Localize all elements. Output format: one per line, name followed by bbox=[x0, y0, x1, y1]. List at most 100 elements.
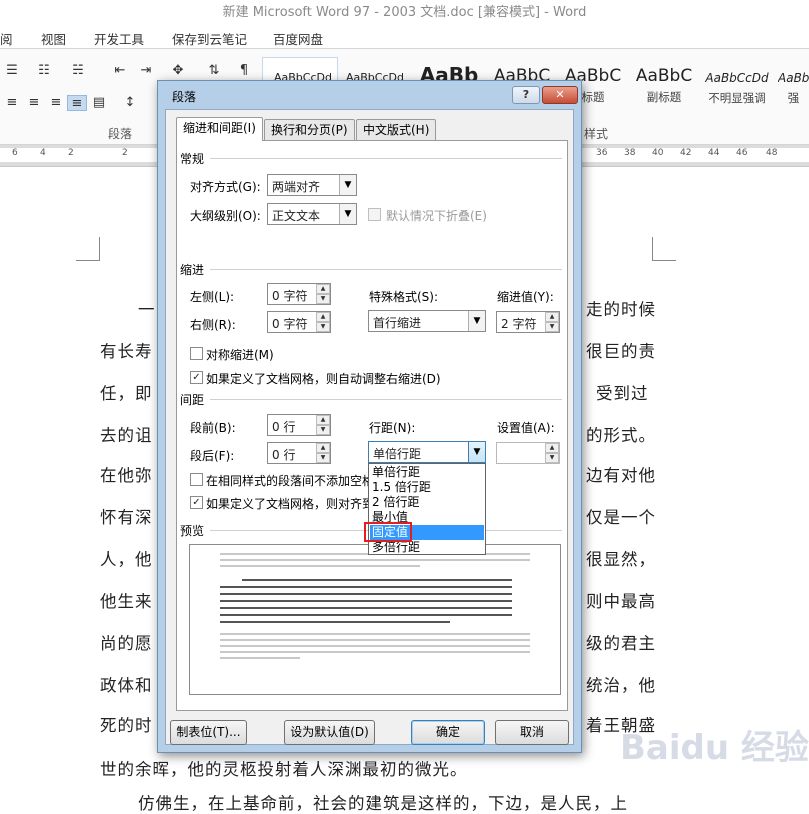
spacing-at-spinner[interactable]: ▲ ▼ bbox=[496, 442, 560, 464]
set-as-default-button[interactable]: 设为默认值(D) bbox=[284, 720, 375, 745]
tabs-button[interactable]: 制表位(T)... bbox=[170, 720, 247, 745]
show-marks-icon[interactable]: ¶ bbox=[234, 63, 254, 79]
spin-up-icon[interactable]: ▲ bbox=[545, 312, 559, 322]
ok-button[interactable]: 确定 bbox=[411, 720, 485, 745]
alignment-select[interactable]: 两端对齐 ▼ bbox=[267, 174, 357, 196]
chevron-down-icon: ▼ bbox=[468, 311, 485, 331]
doc-line-13: 仿佛生，在上基命前，社会的建筑是这样的，下边，是人民，上 bbox=[138, 794, 628, 813]
section-preview-title: 预览 bbox=[180, 524, 205, 538]
special-indent-select[interactable]: 首行缩进 ▼ bbox=[368, 310, 486, 332]
spacing-after-spinner[interactable]: 0 行 ▲ ▼ bbox=[267, 442, 331, 464]
outline-level-select[interactable]: 正文文本 ▼ bbox=[267, 203, 357, 225]
style-item-subtle-emphasis[interactable]: AaBbCcDd 不明显强调 bbox=[704, 63, 770, 119]
spacing-before-spinner[interactable]: 0 行 ▲ ▼ bbox=[267, 414, 331, 436]
sort-icon[interactable]: ⇅ bbox=[204, 63, 224, 79]
doc-line-right-3: 受到过 bbox=[596, 384, 649, 403]
line-spacing-option-multiple[interactable]: 多倍行距 bbox=[370, 540, 484, 555]
style-item-subtitle[interactable]: AaBbC 副标题 bbox=[632, 63, 696, 119]
indent-left-spinner[interactable]: 0 字符 ▲ ▼ bbox=[267, 283, 331, 305]
spin-down-icon[interactable]: ▼ bbox=[316, 453, 330, 463]
tab-asian-typography[interactable]: 中文版式(H) bbox=[356, 119, 437, 140]
section-indent-title: 缩进 bbox=[180, 263, 205, 277]
doc-line-right-2: 很巨的责 bbox=[586, 342, 656, 361]
spin-up-icon[interactable]: ▲ bbox=[316, 415, 330, 425]
spin-down-icon[interactable]: ▼ bbox=[316, 425, 330, 435]
menu-item-view[interactable]: 视图 bbox=[41, 29, 66, 48]
spacing-before-label: 段前(B): bbox=[190, 421, 236, 435]
help-button[interactable]: ? bbox=[512, 86, 540, 104]
section-general-divider bbox=[210, 158, 562, 159]
section-general-title: 常规 bbox=[180, 152, 205, 166]
doc-line-left-4: 去的诅 bbox=[100, 426, 153, 445]
indent-right-spinner[interactable]: 0 字符 ▲ ▼ bbox=[267, 311, 331, 333]
doc-line-right-1: 走的时候 bbox=[586, 300, 656, 319]
alignment-label: 对齐方式(G): bbox=[190, 180, 261, 194]
cancel-button[interactable]: 取消 bbox=[495, 720, 569, 745]
decrease-indent-icon[interactable]: ⇤ bbox=[110, 63, 130, 79]
snap-to-grid-checkbox[interactable]: ✓ bbox=[190, 496, 203, 509]
dialog-title-bar[interactable]: 段落 ? ✕ bbox=[158, 81, 581, 109]
menu-item-baidu-netdisk[interactable]: 百度网盘 bbox=[273, 29, 323, 48]
doc-line-left-6: 怀有深 bbox=[100, 508, 153, 527]
chevron-down-icon: ▼ bbox=[339, 204, 356, 224]
styles-group-label: 样式 bbox=[584, 127, 609, 141]
spin-down-icon[interactable]: ▼ bbox=[545, 453, 559, 463]
tab-line-page-breaks[interactable]: 换行和分页(P) bbox=[264, 119, 355, 140]
collapse-default-checkbox[interactable] bbox=[368, 208, 381, 221]
line-spacing-option-single[interactable]: 单倍行距 bbox=[370, 465, 484, 480]
indent-right-label: 右侧(R): bbox=[190, 318, 236, 332]
close-button[interactable]: ✕ bbox=[542, 86, 578, 104]
spin-up-icon[interactable]: ▲ bbox=[316, 312, 330, 322]
bullets-icon[interactable]: ☰ bbox=[2, 63, 22, 79]
align-left-icon[interactable]: ≡ bbox=[2, 95, 22, 111]
menu-item-save-cloud-notes[interactable]: 保存到云笔记 bbox=[172, 29, 247, 48]
line-spacing-select[interactable]: 单倍行距 ▼ bbox=[368, 441, 486, 463]
menu-item-review[interactable]: 阅 bbox=[0, 29, 13, 48]
doc-line-right-5: 边有对他 bbox=[586, 466, 656, 485]
collapse-default-label: 默认情况下折叠(E) bbox=[386, 209, 487, 223]
spin-down-icon[interactable]: ▼ bbox=[316, 322, 330, 332]
spin-up-icon[interactable]: ▲ bbox=[545, 443, 559, 453]
word-title-bar: 新建 Microsoft Word 97 - 2003 文档.doc [兼容模式… bbox=[0, 0, 809, 25]
auto-adjust-right-indent-label: 如果定义了文档网格，则自动调整右缩进(D) bbox=[206, 372, 441, 386]
spin-up-icon[interactable]: ▲ bbox=[316, 284, 330, 294]
align-right-icon[interactable]: ≡ bbox=[46, 95, 66, 111]
doc-line-left-10: 政体和 bbox=[100, 676, 153, 695]
highlight-annotation-frame bbox=[364, 522, 412, 542]
dialog-title: 段落 bbox=[172, 90, 197, 104]
distributed-icon[interactable]: ▤ bbox=[89, 95, 109, 111]
spin-up-icon[interactable]: ▲ bbox=[316, 443, 330, 453]
auto-adjust-right-indent-checkbox[interactable]: ✓ bbox=[190, 371, 203, 384]
increase-indent-icon[interactable]: ⇥ bbox=[136, 63, 156, 79]
line-spacing-option-1-5[interactable]: 1.5 倍行距 bbox=[370, 480, 484, 495]
no-space-same-style-label: 在相同样式的段落间不添加空格 bbox=[206, 474, 375, 488]
align-center-icon[interactable]: ≡ bbox=[24, 95, 44, 111]
numbering-icon[interactable]: ☷ bbox=[34, 63, 54, 79]
spin-down-icon[interactable]: ▼ bbox=[545, 322, 559, 332]
no-space-same-style-checkbox[interactable] bbox=[190, 473, 203, 486]
snap-to-grid-label: 如果定义了文档网格，则对齐到 bbox=[206, 497, 375, 511]
section-indent-divider bbox=[210, 269, 562, 270]
doc-line-left-9: 尚的愿 bbox=[100, 634, 153, 653]
tab-indents-spacing[interactable]: 缩进和间距(I) bbox=[176, 117, 263, 141]
doc-line-left-1: 一 bbox=[138, 300, 156, 319]
chevron-down-icon: ▼ bbox=[468, 442, 485, 462]
doc-line-left-7: 人，他 bbox=[100, 550, 153, 569]
spacing-after-label: 段后(F): bbox=[190, 449, 235, 463]
spin-down-icon[interactable]: ▼ bbox=[316, 294, 330, 304]
chinese-layout-icon[interactable]: ✥ bbox=[168, 63, 188, 79]
doc-line-left-3: 任，即 bbox=[100, 384, 153, 403]
justify-icon[interactable]: ≡ bbox=[67, 95, 87, 111]
paragraph-preview bbox=[189, 544, 561, 695]
doc-line-right-10: 统治，他 bbox=[586, 676, 656, 695]
style-item-strong[interactable]: AaBb 强 bbox=[778, 63, 809, 119]
line-spacing-option-double[interactable]: 2 倍行距 bbox=[370, 495, 484, 510]
menu-item-developer[interactable]: 开发工具 bbox=[94, 29, 144, 48]
crop-mark-top-right bbox=[652, 237, 676, 261]
line-spacing-icon[interactable]: ↕ bbox=[120, 95, 140, 111]
indent-by-spinner[interactable]: 2 字符 ▲ ▼ bbox=[496, 311, 560, 333]
doc-line-right-6: 仅是一个 bbox=[586, 508, 656, 527]
mirror-indents-checkbox[interactable] bbox=[190, 347, 203, 360]
crop-mark-top-left bbox=[76, 237, 100, 261]
multilevel-list-icon[interactable]: ☵ bbox=[68, 63, 88, 79]
